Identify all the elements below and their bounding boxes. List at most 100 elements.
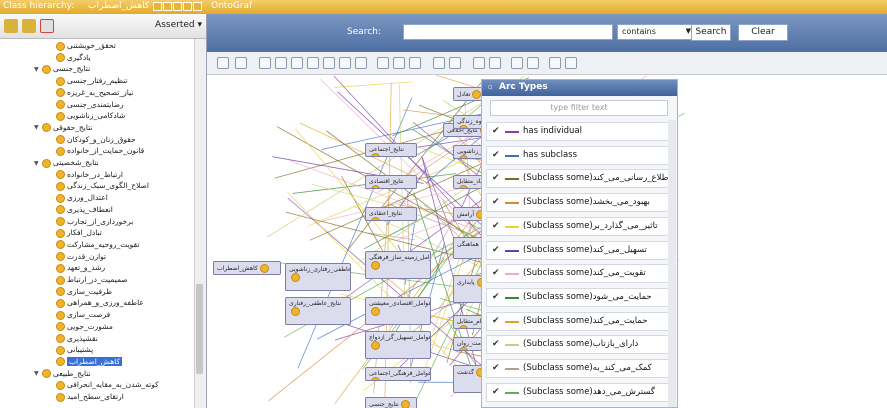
tree-node[interactable]: حقوق_زنان_و_کودکان bbox=[48, 135, 136, 146]
arc-type-row[interactable]: ✔ (Subclass some)گسترش_می_دهد bbox=[486, 382, 673, 402]
arc-type-checkbox[interactable]: ✔ bbox=[492, 268, 500, 278]
tree-node[interactable]: یادگیری bbox=[48, 53, 91, 64]
tree-node[interactable]: مشورت_جویی bbox=[48, 322, 113, 333]
tree-node[interactable]: ارتباط_در_خانواده bbox=[48, 170, 123, 181]
tree-vertical-icon[interactable] bbox=[307, 57, 319, 69]
graph-node[interactable]: نتایج_اقتصادی bbox=[365, 175, 417, 189]
arc-type-row[interactable]: ✔ (Subclass some)تسهیل_می_کند bbox=[486, 240, 673, 260]
arc-type-checkbox[interactable]: ✔ bbox=[492, 173, 500, 183]
clear-button[interactable]: Clear bbox=[738, 24, 788, 41]
spring-layout-icon[interactable] bbox=[291, 57, 303, 69]
image-icon[interactable] bbox=[489, 57, 501, 69]
tree-horizontal-icon[interactable] bbox=[323, 57, 335, 69]
collapse-icon[interactable]: ▫ bbox=[488, 83, 493, 91]
tree-node[interactable]: عاطفه_ورزی_و_همراهی bbox=[48, 298, 144, 309]
tree-node[interactable]: ▼ نتایج_حقوقی bbox=[34, 123, 92, 134]
graph-node[interactable]: نتایج_اعتقادی bbox=[365, 207, 417, 221]
arc-type-row[interactable]: ✔ has individual bbox=[486, 122, 673, 141]
delete-class-icon[interactable] bbox=[40, 19, 54, 33]
tree-node[interactable]: ▼ نتایج_جنسی bbox=[34, 64, 90, 75]
refresh-icon[interactable] bbox=[235, 57, 247, 69]
expand-toggle-icon[interactable]: ▼ bbox=[34, 66, 42, 73]
arc-filter-input[interactable]: type filter text bbox=[490, 100, 668, 116]
arc-type-checkbox[interactable]: ✔ bbox=[492, 292, 500, 302]
arc-type-checkbox[interactable]: ✔ bbox=[492, 126, 500, 136]
tree-node[interactable]: رشد_و_تعهد bbox=[48, 263, 105, 274]
graph-node[interactable]: عوامل_اقتصادی_معیشتی bbox=[365, 297, 431, 325]
graph-node[interactable]: نتایج_جنسی bbox=[365, 397, 417, 408]
note-icon[interactable] bbox=[549, 57, 561, 69]
arc-type-row[interactable]: ✔ (Subclass some)حمایت_می_کند bbox=[486, 311, 673, 331]
graph-node[interactable]: عوامل_زمینه_ساز_فرهنگی bbox=[365, 251, 431, 279]
maximize-icon[interactable] bbox=[183, 2, 192, 11]
expand-toggle-icon[interactable]: ▼ bbox=[34, 370, 42, 377]
tree-node[interactable]: صمیمیت_در_ارتباط bbox=[48, 275, 128, 286]
tree-node[interactable]: تحقق_خویشتنی bbox=[48, 41, 116, 52]
graph-node[interactable]: عوامل_فرهنگی_اجتماعی bbox=[365, 367, 431, 381]
tree-node[interactable]: برخورداری_از_تجارب bbox=[48, 217, 133, 228]
tree-node[interactable]: اعتدال_ورزی bbox=[48, 193, 108, 204]
tree-node[interactable]: اصلاح_الگوی_سبک_زندگی bbox=[48, 181, 149, 192]
tree-node[interactable]: کوته_شدن_به_مقایه_انحرافی bbox=[48, 380, 159, 391]
expand-toggle-icon[interactable]: ▼ bbox=[34, 124, 42, 131]
arc-type-row[interactable]: ✔ has subclass bbox=[486, 145, 673, 165]
tree-node[interactable]: ▼ نتایج_شخصیتی bbox=[34, 158, 99, 169]
tree-node[interactable]: فرصت_سازی bbox=[48, 310, 110, 321]
arc-type-row[interactable]: ✔ (Subclass some)حمایت_می_شود bbox=[486, 287, 673, 307]
arc-type-checkbox[interactable]: ✔ bbox=[492, 316, 500, 326]
arc-type-row[interactable]: ✔ (Subclass some)دارای_بازتاب bbox=[486, 335, 673, 355]
arc-filter-icon[interactable] bbox=[449, 57, 461, 69]
search-button[interactable]: Search bbox=[691, 24, 731, 41]
arc-type-checkbox[interactable]: ✔ bbox=[492, 363, 500, 373]
tree-node[interactable]: تقویت_روحیه_مشارکت bbox=[48, 240, 139, 251]
arc-type-checkbox[interactable]: ✔ bbox=[492, 150, 500, 160]
tree-node[interactable]: تنظیم_رفتار_جنسی bbox=[48, 76, 127, 87]
save-icon[interactable] bbox=[511, 57, 523, 69]
zoom-in-icon[interactable] bbox=[393, 57, 405, 69]
tree-node[interactable]: تبادل_افکار bbox=[48, 228, 102, 239]
tree-node[interactable]: قانون_حمایت_از_خانواده bbox=[48, 146, 144, 157]
tree-scroll-thumb[interactable] bbox=[196, 284, 203, 374]
graph-node[interactable]: عوامل_تسهیل_گر_ازدواج bbox=[365, 331, 431, 359]
tree-node[interactable]: رضایتمندی_جنسی bbox=[48, 100, 124, 111]
arc-type-row[interactable]: ✔ (Subclass some)کمک_می_کند_به bbox=[486, 359, 673, 378]
grid-layout-icon[interactable] bbox=[259, 57, 271, 69]
expand-toggle-icon[interactable]: ▼ bbox=[34, 160, 42, 167]
asserted-dropdown[interactable]: Asserted ▾ bbox=[155, 20, 202, 30]
graph-node[interactable]: کاهش_اضطراب bbox=[213, 261, 281, 275]
arc-type-row[interactable]: ✔ (Subclass some)بهبود_می_بخشد bbox=[486, 193, 673, 213]
tree-horizontal-reverse-icon[interactable] bbox=[355, 57, 367, 69]
filter-icon[interactable] bbox=[433, 57, 445, 69]
tree-node[interactable]: شادکامی_زناشویی bbox=[48, 111, 125, 122]
arc-type-checkbox[interactable]: ✔ bbox=[492, 387, 500, 397]
close-icon[interactable] bbox=[193, 2, 202, 11]
graph-node[interactable]: عوامل_عاطفی_رفتاری_زناشویی bbox=[285, 263, 351, 291]
zoom-fit-icon[interactable] bbox=[377, 57, 389, 69]
restore-icon[interactable] bbox=[163, 2, 172, 11]
chart-icon[interactable] bbox=[565, 57, 577, 69]
match-mode-select[interactable]: contains ▼ bbox=[617, 24, 695, 40]
tree-node[interactable]: پشتیبانی bbox=[48, 345, 93, 356]
tree-vertical-reverse-icon[interactable] bbox=[339, 57, 351, 69]
tree-node[interactable]: نقشپذیری bbox=[48, 334, 98, 345]
arc-type-checkbox[interactable]: ✔ bbox=[492, 197, 500, 207]
minimize-icon[interactable] bbox=[173, 2, 182, 11]
graph-node[interactable]: نتایج_عاطفی_رفتاری bbox=[285, 297, 351, 325]
arc-type-checkbox[interactable]: ✔ bbox=[492, 245, 500, 255]
open-icon[interactable] bbox=[527, 57, 539, 69]
view-icon[interactable] bbox=[153, 2, 162, 11]
arc-types-scrollbar[interactable] bbox=[668, 120, 676, 407]
tree-node[interactable]: انعطاف_پذیری bbox=[48, 205, 113, 216]
arc-type-row[interactable]: ✔ (Subclass some)تاثیر_می_گذارد_بر bbox=[486, 216, 673, 236]
tree-node[interactable]: کاهش_اضطراب bbox=[48, 356, 123, 368]
arc-type-checkbox[interactable]: ✔ bbox=[492, 339, 500, 349]
tree-node[interactable]: توازن_قدرت bbox=[48, 252, 106, 263]
graph-node[interactable]: نتایج_اجتماعی bbox=[365, 143, 417, 157]
add-sibling-icon[interactable] bbox=[22, 19, 36, 33]
export-icon[interactable] bbox=[473, 57, 485, 69]
add-subclass-icon[interactable] bbox=[4, 19, 18, 33]
arc-type-row[interactable]: ✔ (Subclass some)اطلاع_رسانی_می_کند bbox=[486, 169, 673, 189]
arc-type-row[interactable]: ✔ (Subclass some)تقویت_می_کند bbox=[486, 264, 673, 284]
tree-node[interactable]: ظرفیت_سازی bbox=[48, 287, 112, 298]
search-input[interactable] bbox=[403, 24, 613, 40]
